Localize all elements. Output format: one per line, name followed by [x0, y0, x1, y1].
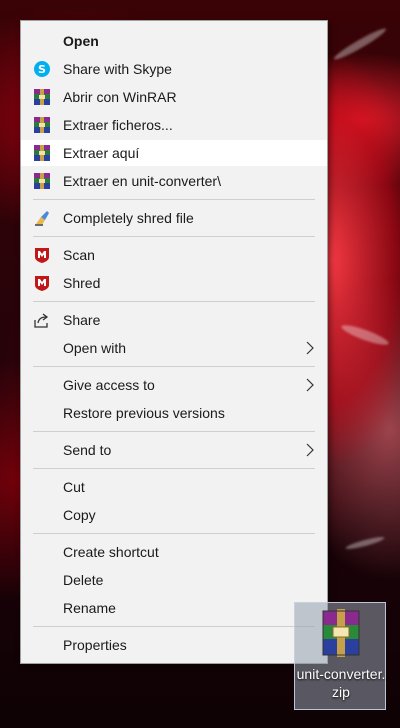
menu-separator — [33, 468, 315, 469]
context-menu: Open S Share with Skype Abrir con WinRAR… — [20, 20, 328, 664]
svg-text:S: S — [38, 63, 46, 76]
menu-item-label: Restore previous versions — [63, 405, 225, 421]
menu-item-label: Open — [63, 33, 99, 49]
winrar-archive-icon — [321, 607, 361, 659]
menu-item-label: Extraer ficheros... — [63, 117, 173, 133]
menu-item-label: Delete — [63, 572, 104, 588]
menu-item-completely-shred-file[interactable]: Completely shred file — [21, 205, 327, 231]
winrar-icon — [33, 172, 51, 190]
menu-item-label: Open with — [63, 340, 127, 356]
menu-item-extraer-ficheros[interactable]: Extraer ficheros... — [21, 112, 327, 138]
menu-item-send-to[interactable]: Send to — [21, 437, 327, 463]
menu-item-label: Create shortcut — [63, 544, 159, 560]
winrar-icon — [33, 88, 51, 106]
menu-item-label: Share — [63, 312, 101, 328]
menu-separator — [33, 626, 315, 627]
menu-item-abrir-con-winrar[interactable]: Abrir con WinRAR — [21, 84, 327, 110]
menu-item-label: Copy — [63, 507, 96, 523]
menu-separator — [33, 301, 315, 302]
menu-separator — [33, 236, 315, 237]
chevron-right-icon — [305, 341, 315, 355]
desktop-file-unit-converter-zip[interactable]: unit-converter.zip — [294, 602, 386, 710]
wallpaper-highlight — [332, 25, 388, 63]
menu-separator — [33, 199, 315, 200]
winrar-icon — [33, 116, 51, 134]
menu-item-label: Cut — [63, 479, 85, 495]
shred-broom-icon — [33, 209, 51, 227]
menu-item-delete[interactable]: Delete — [21, 567, 327, 593]
chevron-right-icon — [305, 443, 315, 457]
menu-item-label: Share with Skype — [63, 61, 172, 77]
menu-separator — [33, 533, 315, 534]
menu-item-shred[interactable]: Shred — [21, 270, 327, 296]
menu-item-open[interactable]: Open — [21, 28, 327, 54]
menu-item-label: Completely shred file — [63, 210, 194, 226]
menu-item-extraer-aqui[interactable]: Extraer aquí — [21, 140, 327, 166]
menu-item-label: Scan — [63, 247, 95, 263]
menu-item-label: Abrir con WinRAR — [63, 89, 177, 105]
menu-item-label: Rename — [63, 600, 116, 616]
menu-item-label: Shred — [63, 275, 101, 291]
menu-item-open-with[interactable]: Open with — [21, 335, 327, 361]
share-icon — [33, 311, 51, 329]
wallpaper-highlight — [339, 321, 391, 349]
menu-item-copy[interactable]: Copy — [21, 502, 327, 528]
menu-item-label: Give access to — [63, 377, 155, 393]
wallpaper-highlight — [344, 534, 386, 552]
menu-item-create-shortcut[interactable]: Create shortcut — [21, 539, 327, 565]
file-name-label: unit-converter.zip — [296, 666, 386, 700]
menu-item-share-with-skype[interactable]: S Share with Skype — [21, 56, 327, 82]
menu-item-extraer-en-unit-converter[interactable]: Extraer en unit-converter\ — [21, 168, 327, 194]
menu-item-label: Extraer en unit-converter\ — [63, 173, 221, 189]
menu-item-give-access-to[interactable]: Give access to — [21, 372, 327, 398]
menu-item-label: Properties — [63, 637, 127, 653]
menu-item-cut[interactable]: Cut — [21, 474, 327, 500]
mcafee-icon — [33, 274, 51, 292]
menu-separator — [33, 366, 315, 367]
chevron-right-icon — [305, 378, 315, 392]
menu-item-restore-previous-versions[interactable]: Restore previous versions — [21, 400, 327, 426]
menu-item-properties[interactable]: Properties — [21, 632, 327, 658]
menu-item-label: Send to — [63, 442, 112, 458]
mcafee-icon — [33, 246, 51, 264]
menu-item-rename[interactable]: Rename — [21, 595, 327, 621]
winrar-icon — [33, 144, 51, 162]
menu-item-scan[interactable]: Scan — [21, 242, 327, 268]
menu-separator — [33, 431, 315, 432]
menu-item-share[interactable]: Share — [21, 307, 327, 333]
menu-item-label: Extraer aquí — [63, 145, 140, 161]
skype-icon: S — [33, 60, 51, 78]
